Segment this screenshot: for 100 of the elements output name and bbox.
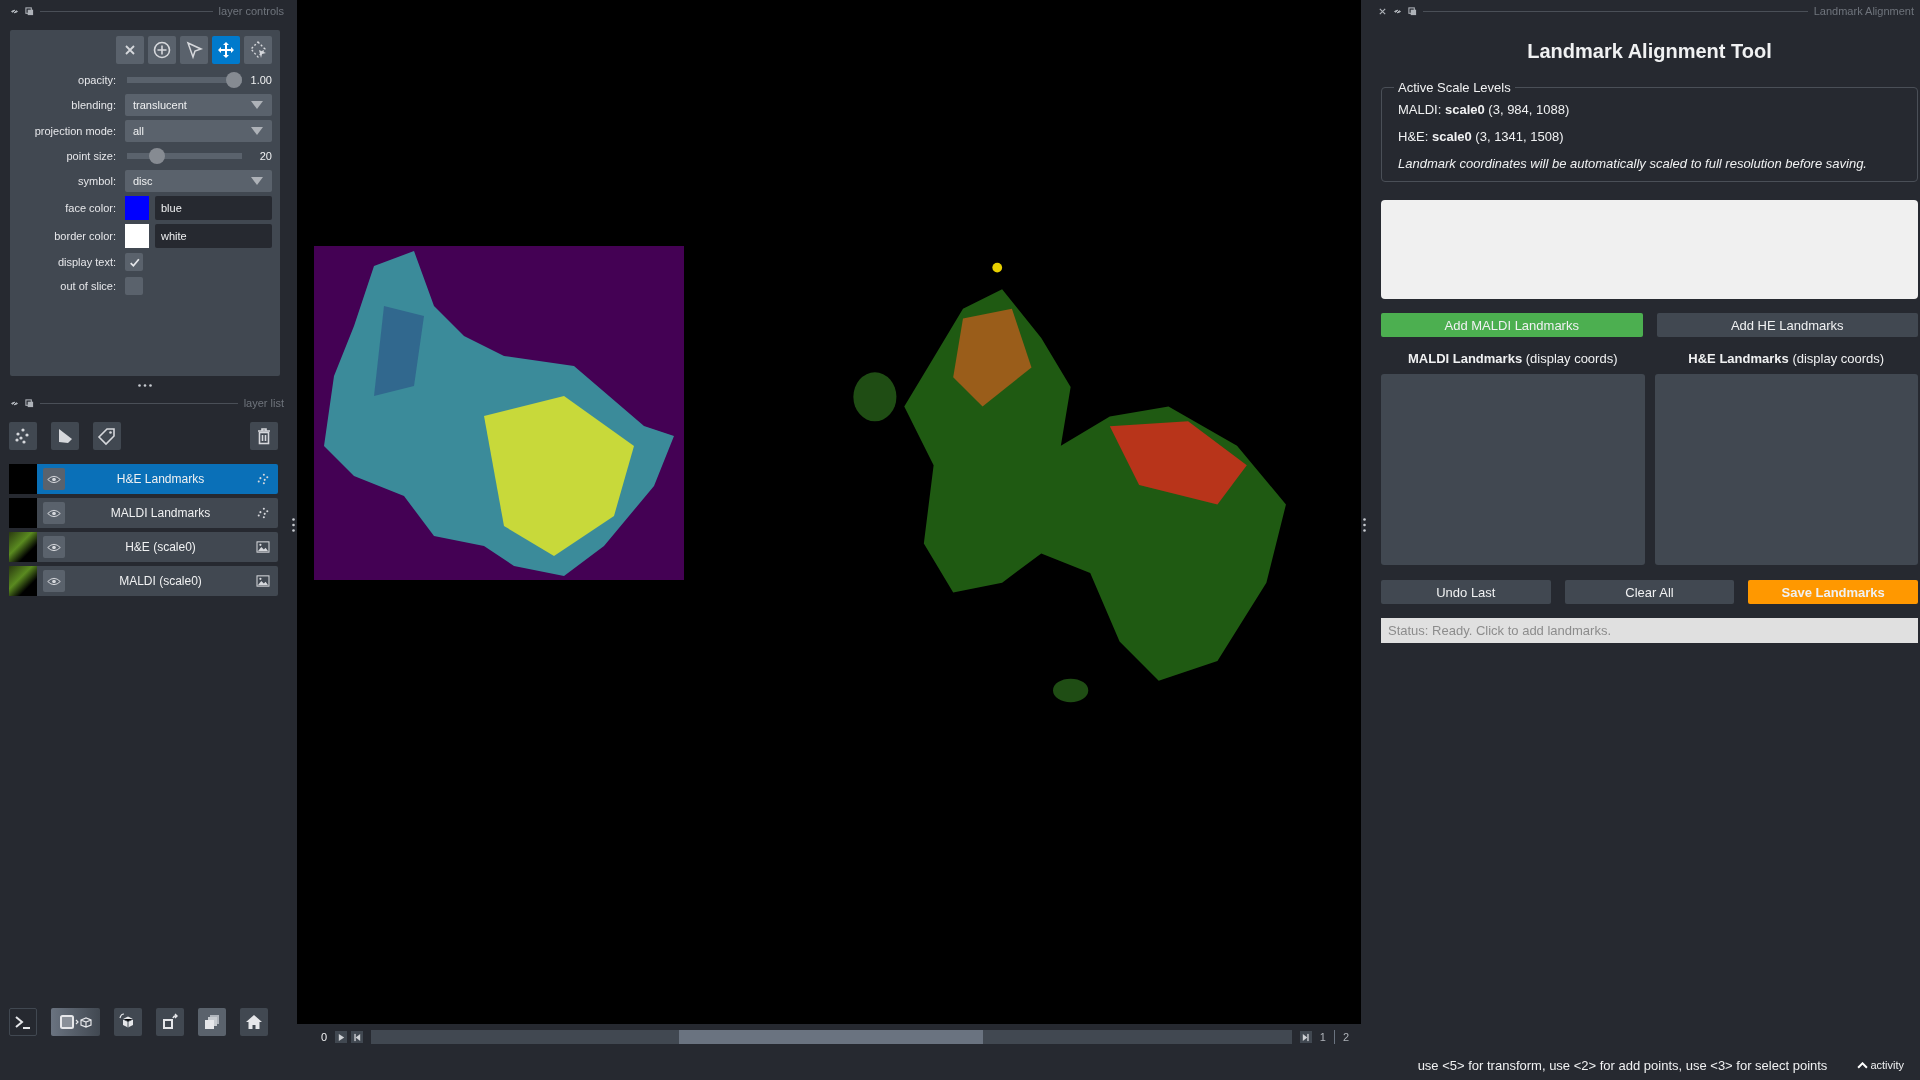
grid-view-button[interactable] <box>198 1008 226 1036</box>
panel-title: layer controls <box>218 5 284 17</box>
slider-thumb[interactable] <box>679 1030 984 1044</box>
activity-button[interactable]: activity <box>1857 1059 1904 1071</box>
eye-icon <box>47 474 61 484</box>
control-label: border color: <box>53 230 116 242</box>
add-circle-icon <box>152 40 172 60</box>
play-button[interactable] <box>335 1031 347 1043</box>
layer-thumbnail <box>9 498 37 528</box>
2d-3d-toggle-button[interactable] <box>51 1008 100 1036</box>
checkbox[interactable] <box>125 253 143 271</box>
skip-back-icon <box>352 1032 362 1042</box>
layer-item[interactable]: MALDI Landmarks <box>37 498 278 528</box>
float-icon <box>1408 6 1417 16</box>
image-icon <box>256 575 270 587</box>
visibility-toggle[interactable] <box>43 468 65 490</box>
note-text: Landmark coordinates will be automatically scaled to full resolution before saving. <box>1398 156 1868 171</box>
dots-icon <box>256 507 270 519</box>
control-label: opacity: <box>77 74 116 86</box>
delete-layer-button[interactable] <box>250 422 278 450</box>
square-rotate-icon <box>160 1012 180 1032</box>
color-swatch[interactable] <box>125 224 149 248</box>
list-heading: H&E Landmarks (display coords) <box>1687 351 1886 366</box>
step-forward-button[interactable] <box>1299 1031 1312 1043</box>
group-title: Active Scale Levels <box>1394 80 1515 95</box>
new-points-layer-button[interactable] <box>9 422 37 450</box>
layer-name: MALDI Landmarks <box>109 506 212 520</box>
layer-item[interactable]: H&E (scale0) <box>37 532 278 562</box>
add-landmarks-button[interactable]: Add HE Landmarks <box>1656 313 1918 337</box>
image-icon <box>256 541 270 553</box>
play-icon <box>336 1032 346 1042</box>
dropdown[interactable]: all <box>125 120 272 142</box>
control-label: display text: <box>56 256 116 268</box>
layer-name: H&E (scale0) <box>124 540 197 554</box>
visibility-toggle[interactable] <box>43 536 65 558</box>
home-button[interactable] <box>240 1008 268 1036</box>
pan-zoom-button[interactable] <box>212 36 240 64</box>
control-label: symbol: <box>77 175 116 187</box>
control-label: face color: <box>64 202 116 214</box>
float-icon <box>25 398 34 408</box>
layer-name: MALDI (scale0) <box>118 574 203 588</box>
layer-item[interactable]: H&E Landmarks <box>37 464 278 494</box>
slider-thumb[interactable] <box>148 148 165 164</box>
visibility-toggle[interactable] <box>43 502 65 524</box>
delete-button[interactable] <box>116 36 144 64</box>
caret-icon <box>1857 1061 1869 1069</box>
dropdown[interactable]: disc <box>125 170 272 192</box>
caret-icon <box>250 177 264 185</box>
select-button[interactable] <box>180 36 208 64</box>
slider-thumb[interactable] <box>226 72 242 88</box>
splitter-handle[interactable] <box>1363 518 1366 532</box>
scale-level-text: MALDI: scale0 (3, 984, 1088) <box>1398 102 1571 117</box>
transpose-button[interactable] <box>156 1008 184 1036</box>
color-name-field[interactable]: blue <box>155 196 272 220</box>
caret-icon <box>250 101 264 109</box>
add-point-button[interactable] <box>148 36 176 64</box>
checkbox[interactable] <box>125 277 143 295</box>
axis-label: 1 <box>1318 1031 1327 1043</box>
visibility-toggle[interactable] <box>43 570 65 592</box>
control-label: out of slice: <box>59 280 116 292</box>
roll-dims-button[interactable] <box>114 1008 142 1036</box>
panel-title: layer list <box>243 397 284 409</box>
dashed-select-icon <box>248 40 268 60</box>
new-labels-layer-button[interactable] <box>93 422 121 450</box>
status-hint: use <5> for transform, use <2> for add points, use <3> for select points <box>1417 1057 1828 1073</box>
square-cube-icon <box>58 1012 93 1032</box>
axis-label: 2 <box>1341 1031 1350 1043</box>
dimension-slider[interactable] <box>371 1030 1292 1044</box>
control-label: projection mode: <box>33 125 116 137</box>
scale-level-text: H&E: scale0 (3, 1341, 1508) <box>1398 129 1565 144</box>
control-label: point size: <box>65 150 116 162</box>
step-back-button[interactable] <box>351 1031 363 1043</box>
color-swatch[interactable] <box>125 196 149 220</box>
layer-thumbnail <box>9 532 37 562</box>
status-text: Status: Ready. Click to add landmarks. <box>1381 618 1918 643</box>
new-shapes-layer-button[interactable] <box>51 422 79 450</box>
float-icon <box>25 6 34 16</box>
caret-icon <box>250 127 264 135</box>
console-button[interactable] <box>9 1008 37 1036</box>
close-icon <box>1378 6 1387 16</box>
frame-number: 0 <box>321 1031 329 1043</box>
dropdown[interactable]: translucent <box>125 94 272 116</box>
splitter-handle[interactable] <box>292 518 295 532</box>
home-icon <box>244 1012 264 1032</box>
eye-icon <box>47 576 61 586</box>
layer-thumbnail <box>9 464 37 494</box>
skip-forward-icon <box>1301 1032 1311 1042</box>
panel-title: Landmark Alignment <box>1813 5 1914 17</box>
action-button[interactable]: Clear All <box>1564 580 1735 604</box>
slider-value: 20 <box>258 150 272 162</box>
layer-thumbnail <box>9 566 37 596</box>
splitter-handle[interactable] <box>138 383 152 387</box>
layer-item[interactable]: MALDI (scale0) <box>37 566 278 596</box>
slider-value: 1.00 <box>249 74 272 86</box>
lasso-select-button[interactable] <box>244 36 272 64</box>
image-canvas[interactable] <box>297 0 1361 1024</box>
arrow-pointer-icon <box>184 40 204 60</box>
control-label: blending: <box>70 99 116 111</box>
action-button[interactable]: Undo Last <box>1381 580 1551 604</box>
color-name-field[interactable]: white <box>155 224 272 248</box>
